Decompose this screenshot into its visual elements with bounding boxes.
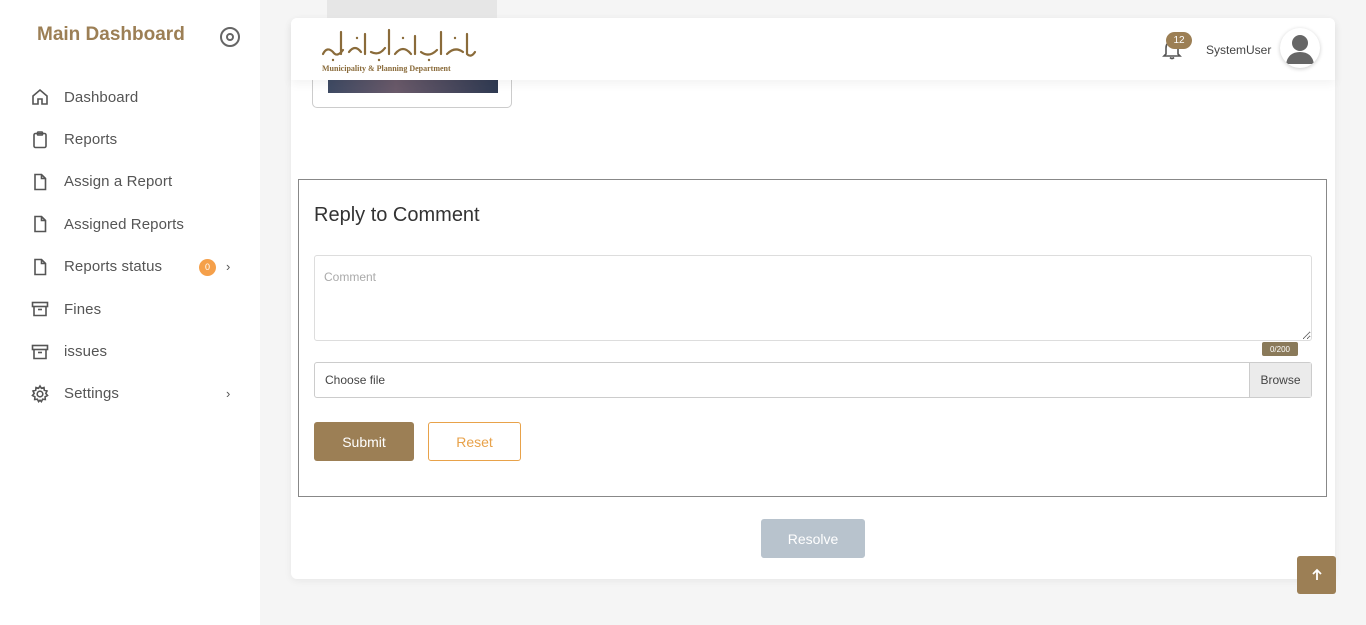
file-input[interactable]: Choose file Browse <box>314 362 1312 398</box>
user-avatar-icon <box>1286 35 1314 64</box>
sidebar-item-issues[interactable]: issues <box>0 330 260 372</box>
sidebar-toggle-icon[interactable] <box>220 27 240 47</box>
file-icon <box>30 172 50 192</box>
chevron-right-icon[interactable]: › <box>226 259 230 274</box>
sidebar-item-dashboard[interactable]: Dashboard <box>0 76 260 118</box>
browse-button[interactable]: Browse <box>1249 363 1311 397</box>
comment-field[interactable] <box>314 255 1312 341</box>
sidebar-item-label: issues <box>64 343 108 361</box>
sidebar-item-reports[interactable]: Reports <box>0 118 260 160</box>
file-input-label: Choose file <box>325 373 386 387</box>
submit-button[interactable]: Submit <box>314 422 414 461</box>
notification-count-badge: 12 <box>1166 32 1192 49</box>
username[interactable]: SystemUser <box>1206 43 1271 57</box>
sidebar-item-settings[interactable]: Settings › <box>0 373 260 415</box>
arrow-up-icon <box>1311 568 1322 580</box>
gear-icon <box>30 384 50 404</box>
sidebar-item-label: Assign a Report <box>64 173 173 191</box>
sidebar: Main Dashboard Dashboard Reports Assign … <box>0 0 260 625</box>
sidebar-item-label: Reports status <box>64 258 163 276</box>
sidebar-item-label: Fines <box>64 300 102 318</box>
reset-button[interactable]: Reset <box>428 422 521 461</box>
attachment-thumbnail[interactable] <box>312 80 512 108</box>
top-header: Municipality & Planning Department 12 Sy… <box>291 18 1335 80</box>
resolve-button[interactable]: Resolve <box>761 519 865 558</box>
sidebar-item-label: Assigned Reports <box>64 215 184 233</box>
sidebar-item-fines[interactable]: Fines <box>0 288 260 330</box>
sidebar-item-label: Settings <box>64 385 119 403</box>
home-icon <box>30 87 50 107</box>
sidebar-item-label: Dashboard <box>64 88 139 106</box>
sidebar-item-assigned-reports[interactable]: Assigned Reports <box>0 203 260 245</box>
sidebar-item-label: Reports <box>64 131 118 149</box>
department-logo: Municipality & Planning Department <box>319 24 479 76</box>
file-icon <box>30 214 50 234</box>
chevron-right-icon[interactable]: › <box>226 386 230 401</box>
archive-icon <box>30 342 50 362</box>
sidebar-nav: Dashboard Reports Assign a Report Assign… <box>0 76 260 415</box>
avatar[interactable] <box>1280 28 1320 68</box>
character-counter: 0/200 <box>1262 342 1298 356</box>
section-title: Reply to Comment <box>314 204 480 226</box>
sidebar-item-assign-report[interactable]: Assign a Report <box>0 161 260 203</box>
sidebar-brand[interactable]: Main Dashboard <box>37 24 185 46</box>
logo-english-text: Municipality & Planning Department <box>322 64 451 73</box>
attachment-image <box>328 80 498 93</box>
archive-icon <box>30 299 50 319</box>
reply-to-comment-section: Reply to Comment 0/200 Choose file Brows… <box>298 179 1327 497</box>
sidebar-item-reports-status[interactable]: Reports status 0 › <box>0 246 260 288</box>
logo-arabic-calligraphy <box>321 28 477 62</box>
file-icon <box>30 257 50 277</box>
status-badge: 0 <box>199 258 216 276</box>
scroll-to-top-button[interactable] <box>1297 556 1336 594</box>
clipboard-icon <box>30 130 50 150</box>
attachment-thumbnail-top <box>327 0 497 18</box>
